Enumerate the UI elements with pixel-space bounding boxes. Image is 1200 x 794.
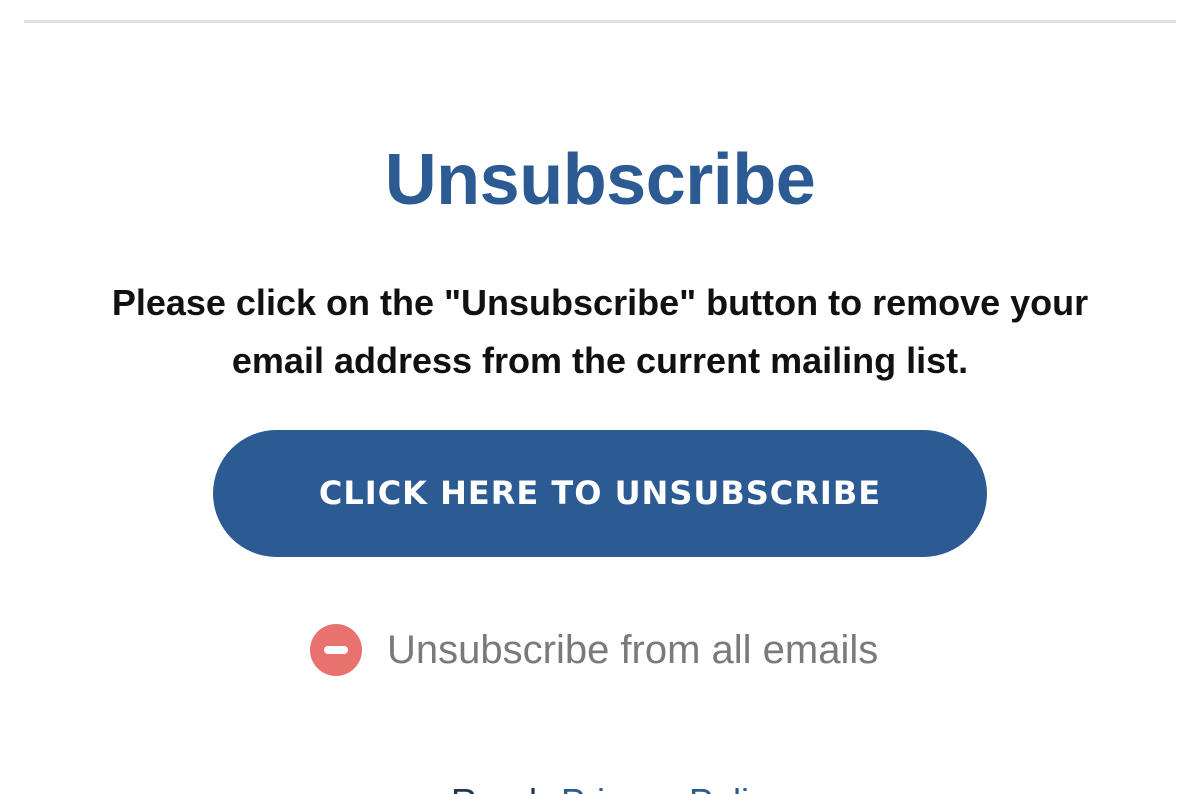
- minus-circle-icon: [310, 624, 362, 676]
- top-divider: [24, 20, 1176, 23]
- instructions-line-1: Please click on the "Unsubscribe" button…: [111, 282, 1089, 323]
- unsubscribe-all-link[interactable]: Unsubscribe from all emails: [310, 622, 878, 678]
- footer-links: Read Privacy Poli: [0, 782, 1200, 794]
- unsubscribe-all-label: Unsubscribe from all emails: [387, 627, 879, 672]
- unsubscribe-button[interactable]: CLICK HERE TO UNSUBSCRIBE: [213, 430, 987, 557]
- privacy-policy-link[interactable]: Privacy Poli: [561, 781, 749, 794]
- instructions-line-2: email address from the current mailing l…: [231, 340, 969, 381]
- footer-text: Read: [451, 781, 537, 794]
- page-title: Unsubscribe: [384, 140, 816, 220]
- instructions-text: Please click on the "Unsubscribe" button…: [60, 274, 1140, 390]
